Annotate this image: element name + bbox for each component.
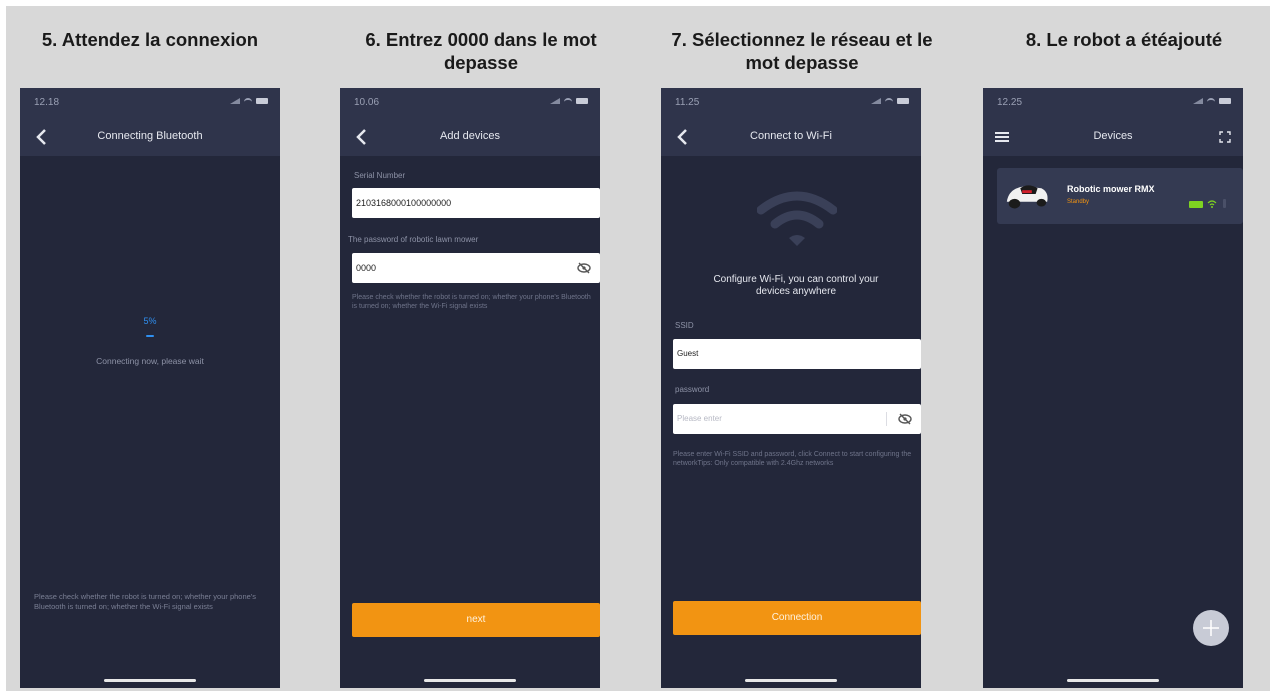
device-card[interactable]: Robotic mower RMX Standby <box>997 168 1243 224</box>
status-icons <box>871 98 909 104</box>
phone-screen-add-devices: 10.06 Add devices Serial Number 21031680… <box>340 88 600 688</box>
nav-bar: Add devices <box>340 118 600 156</box>
status-bar: 12.25 <box>983 88 1243 118</box>
nav-bar: Devices <box>983 118 1243 156</box>
status-bar: 11.25 <box>661 88 921 118</box>
configure-wifi-text: Configure Wi-Fi, you can control your de… <box>713 274 879 297</box>
password-label: The password of robotic lawn mower <box>348 235 479 244</box>
home-indicator <box>104 679 196 682</box>
step-title: 6. Entrez 0000 dans le mot depasse <box>365 29 597 73</box>
wifi-status-icon <box>1207 98 1215 104</box>
wifi-status-icon <box>244 98 252 104</box>
nav-title: Add devices <box>440 130 500 142</box>
add-device-button[interactable] <box>1193 610 1229 646</box>
plus-icon <box>1203 620 1219 636</box>
progress-bar <box>146 335 154 337</box>
phone-screen-devices: 12.25 Devices Robotic mower RMX Standby <box>983 88 1243 688</box>
battery-status-icon <box>256 98 268 104</box>
nav-title: Connecting Bluetooth <box>97 130 203 142</box>
signal-icon <box>1193 98 1203 104</box>
step-8-column: 8. Le robot a étéajouté 12.25 Devices Ro… <box>968 6 1243 691</box>
status-bar: 12.18 <box>20 88 280 118</box>
wifi-large-icon <box>757 191 837 246</box>
nav-bar: Connect to Wi-Fi <box>661 118 921 156</box>
status-icons <box>1193 98 1231 104</box>
password-placeholder: Please enter <box>677 414 722 423</box>
step-title: 8. Le robot a étéajouté <box>1025 29 1223 50</box>
hint-text: Please check whether the robot is turned… <box>352 294 591 310</box>
hint-text: Please enter Wi-Fi SSID and password, cl… <box>673 451 912 467</box>
ssid-value: Guest <box>677 349 699 358</box>
battery-status-icon <box>576 98 588 104</box>
serial-number-label: Serial Number <box>354 171 406 180</box>
step-title: 5. Attendez la connexion <box>41 29 259 50</box>
ssid-label: SSID <box>675 321 694 330</box>
signal-icon <box>230 98 240 104</box>
home-indicator <box>745 679 837 682</box>
progress-percent: 5% <box>143 316 157 326</box>
nav-title: Devices <box>1093 130 1133 142</box>
status-time: 11.25 <box>675 97 700 108</box>
wifi-icon <box>1207 200 1217 208</box>
phone-screen-wifi: 11.25 Connect to Wi-Fi Configure Wi-Fi, … <box>661 88 921 688</box>
status-icons <box>550 98 588 104</box>
device-status: Standby <box>1067 199 1090 205</box>
field-divider <box>886 412 887 426</box>
connecting-status-text: Connecting now, please wait <box>96 356 204 366</box>
battery-status-icon <box>897 98 909 104</box>
robotic-mower-icon <box>1006 185 1048 209</box>
eye-hidden-icon[interactable] <box>897 412 913 426</box>
ssid-field[interactable]: Guest <box>673 339 921 369</box>
bluetooth-icon <box>1223 199 1226 208</box>
status-time: 12.25 <box>997 97 1023 108</box>
signal-icon <box>550 98 560 104</box>
battery-status-icon <box>1219 98 1231 104</box>
nav-bar: Connecting Bluetooth <box>20 118 280 156</box>
password-label: password <box>675 385 710 394</box>
tutorial-strip: 5. Attendez la connexion 12.18 Connectin… <box>6 6 1270 691</box>
eye-hidden-icon[interactable] <box>576 261 592 275</box>
step-title: 7. Sélectionnez le réseau et le mot depa… <box>671 29 933 73</box>
next-button[interactable]: next <box>352 603 600 637</box>
wifi-password-field[interactable]: Please enter <box>673 404 921 434</box>
nav-title: Connect to Wi-Fi <box>750 130 832 142</box>
status-icons <box>230 98 268 104</box>
status-time: 12.18 <box>34 97 60 108</box>
step-7-column: 7. Sélectionnez le réseau et le mot depa… <box>647 6 933 691</box>
signal-icon <box>871 98 881 104</box>
connection-button[interactable]: Connection <box>673 601 921 635</box>
bottom-hint: Please check whether the robot is turned… <box>34 592 256 611</box>
password-field[interactable]: 0000 <box>352 253 600 283</box>
home-indicator <box>1067 679 1159 682</box>
serial-number-field[interactable]: 2103168000100000000 <box>352 188 600 218</box>
status-time: 10.06 <box>354 97 380 108</box>
wifi-status-icon <box>564 98 572 104</box>
scan-icon[interactable] <box>1219 131 1231 143</box>
password-value: 0000 <box>356 263 377 273</box>
serial-number-value: 2103168000100000000 <box>356 198 452 208</box>
device-name: Robotic mower RMX <box>1067 184 1155 194</box>
wifi-status-icon <box>885 98 893 104</box>
step-5-column: 5. Attendez la connexion 12.18 Connectin… <box>6 6 280 691</box>
step-6-column: 6. Entrez 0000 dans le mot depasse 10.06… <box>326 6 600 691</box>
battery-icon <box>1189 201 1203 208</box>
phone-screen-connecting: 12.18 Connecting Bluetooth 5% Connecting… <box>20 88 280 688</box>
home-indicator <box>424 679 516 682</box>
status-bar: 10.06 <box>340 88 600 118</box>
